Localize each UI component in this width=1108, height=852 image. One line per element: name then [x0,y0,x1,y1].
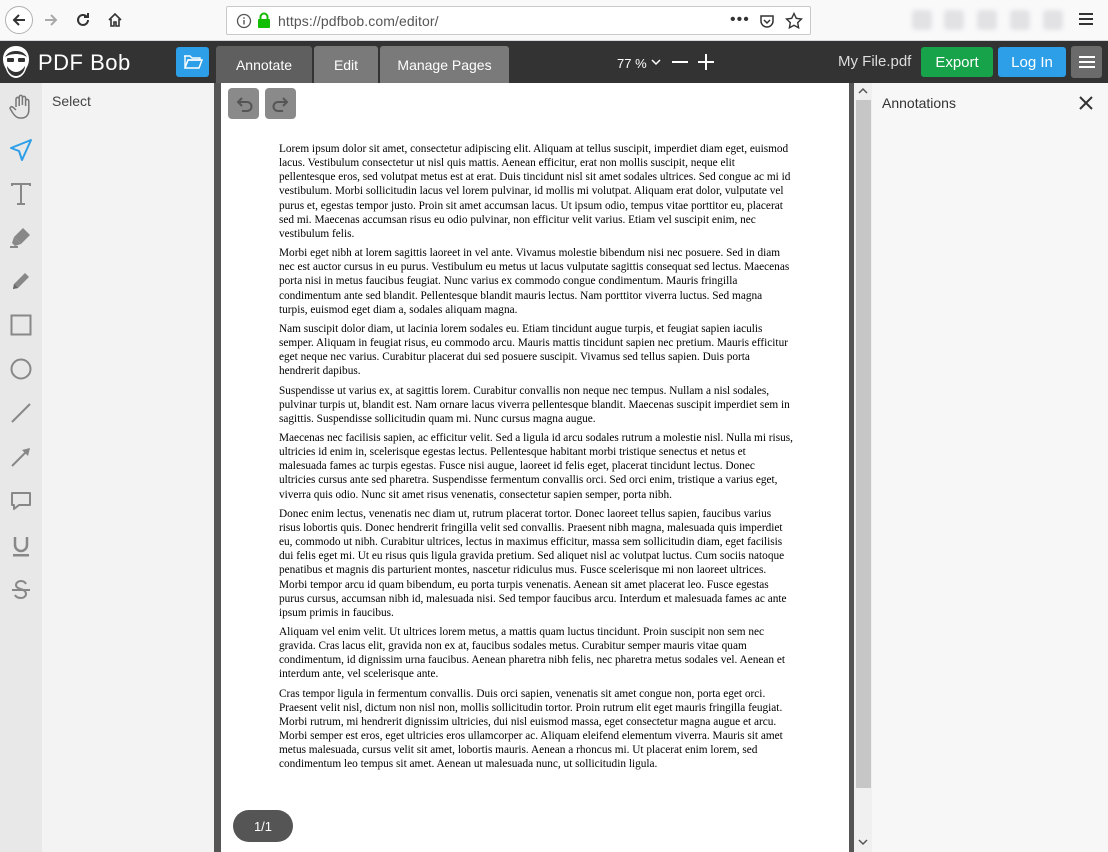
paragraph: Lorem ipsum dolor sit amet, consectetur … [279,143,791,240]
comment-icon [11,492,31,510]
paragraph: Cras tempor ligula in fermentum convalli… [279,687,783,771]
select-arrow-icon [10,139,32,161]
extension-icon[interactable] [944,10,964,30]
tool-select[interactable] [0,130,42,170]
arrow-left-icon [12,14,25,26]
tool-strikethrough[interactable] [0,570,42,610]
tab-manage-pages[interactable]: Manage Pages [380,46,509,83]
document-text: Lorem ipsum dolor sit amet, consectetur … [279,142,793,777]
zoom-in-button[interactable] [698,54,714,70]
extension-icon[interactable] [912,10,932,30]
extension-icon[interactable] [1010,10,1030,30]
reload-icon [77,13,89,26]
tool-line[interactable] [0,393,42,433]
paragraph: Maecenas nec facilisis sapien, ac effici… [279,431,793,501]
home-button[interactable] [101,6,129,34]
tool-highlighter[interactable] [0,217,42,257]
tool-comment[interactable] [0,481,42,521]
address-bar[interactable]: https://pdfbob.com/editor/ ••• [226,6,811,35]
zoom-level[interactable]: 77 % [617,56,647,71]
info-icon[interactable] [236,13,252,29]
page-actions-icon[interactable]: ••• [730,12,750,28]
url-text[interactable]: https://pdfbob.com/editor/ [278,13,439,29]
brand-name: PDF Bob [38,50,131,75]
forward-button[interactable] [37,6,65,34]
close-icon[interactable] [1079,96,1093,110]
tool-hand[interactable] [0,87,42,127]
hamburger-icon [1078,56,1095,68]
paragraph: Morbi eget nibh at lorem sagittis laoree… [279,247,790,316]
annotations-title: Annotations [882,95,956,111]
tool-pencil[interactable] [0,261,42,301]
paragraph: Suspendisse ut varius ex, at sagittis lo… [279,384,790,425]
browser-toolbar: https://pdfbob.com/editor/ ••• [0,0,1108,41]
paragraph: Aliquam vel enim velit. Ut ultrices lore… [279,626,786,681]
extension-icon[interactable] [977,10,997,30]
undo-icon [236,96,252,112]
export-button[interactable]: Export [921,47,993,77]
annotation-toolbar [0,83,42,852]
chevron-up-icon[interactable] [858,87,868,95]
file-name[interactable]: My File.pdf [838,53,911,70]
highlighter-icon [10,228,30,248]
tool-text[interactable] [0,174,42,214]
arrow-icon [11,448,30,467]
circle-icon [10,358,32,380]
home-icon [108,12,122,27]
bookmark-star-icon[interactable] [785,12,803,30]
paragraph: Nam suscipit dolor diam, ut lacinia lore… [279,322,788,378]
bob-logo-icon [3,46,29,78]
back-button[interactable] [5,6,33,34]
underline-icon [13,537,29,557]
lock-icon [258,12,270,28]
text-icon [11,183,31,205]
hand-icon [9,94,30,119]
paragraph: Donec enim lectus, venenatis nec diam ut… [279,507,787,619]
pocket-icon[interactable] [759,13,775,29]
scrollbar-thumb[interactable] [856,100,871,788]
folder-open-icon [183,55,203,69]
tool-rectangle[interactable] [0,305,42,345]
reload-button[interactable] [69,6,97,34]
selected-tool-label: Select [52,93,91,109]
chevron-down-icon[interactable] [858,838,868,846]
tab-annotate[interactable]: Annotate [216,46,312,83]
chevron-down-icon[interactable] [651,58,661,66]
zoom-out-button[interactable] [672,61,688,63]
annotations-panel [872,83,1108,852]
tool-circle[interactable] [0,349,42,389]
pencil-icon [13,273,29,289]
browser-menu-icon[interactable] [1078,11,1094,27]
redo-icon [272,96,288,112]
login-button[interactable]: Log In [998,47,1066,77]
tool-underline[interactable] [0,526,42,566]
tool-options-panel [42,83,214,852]
tool-arrow[interactable] [0,437,42,477]
undo-button[interactable] [228,88,259,119]
arrow-right-icon [45,14,58,26]
open-file-button[interactable] [176,47,209,77]
redo-button[interactable] [265,88,296,119]
app-menu-button[interactable] [1071,46,1102,78]
app-header: PDF Bob Annotate Edit Manage Pages 77 % … [0,41,1108,83]
page-indicator: 1/1 [233,810,293,842]
rectangle-icon [10,314,32,336]
tab-edit[interactable]: Edit [314,46,378,83]
extension-icon[interactable] [1043,10,1063,30]
strikethrough-icon [12,579,30,600]
line-icon [11,403,31,423]
